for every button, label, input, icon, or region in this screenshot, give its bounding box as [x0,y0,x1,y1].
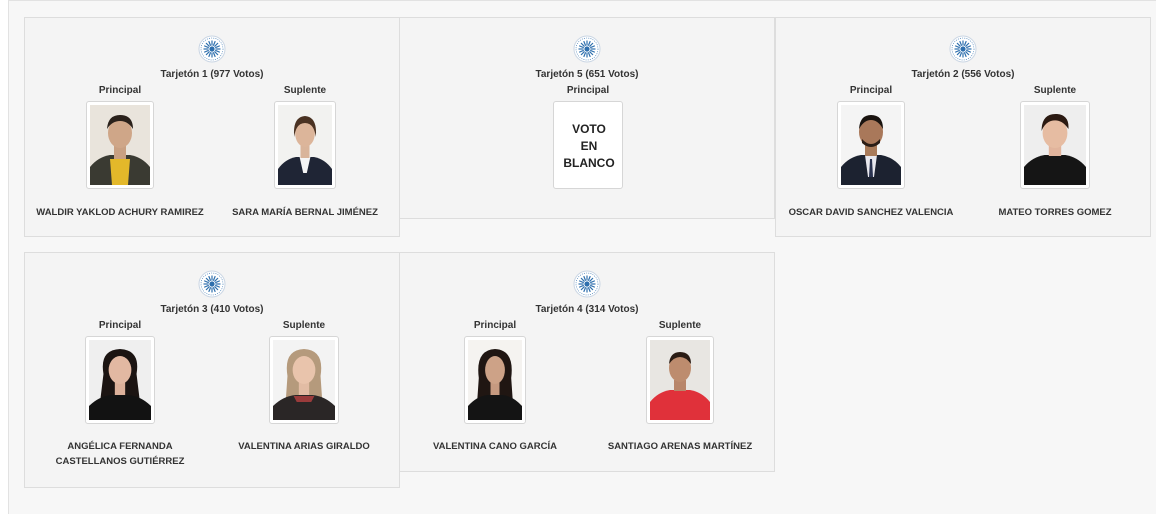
candidate-photo [646,336,714,424]
role-label: Suplente [1033,85,1077,96]
university-seal-icon [949,35,977,63]
ballot-card-4: Tarjetón 4 (314 Votos) Principal Suplent… [399,252,775,472]
university-seal-icon [198,270,226,298]
candidate-principal[interactable]: Principal [781,84,961,189]
university-seal-icon [198,35,226,63]
candidate-name: ANGÉLICA FERNANDA CASTELLANOS GUTIÉRREZ [55,441,185,467]
results-panel: Tarjetón 1 (977 Votos) Principal Suplent… [8,0,1156,514]
candidate-principal[interactable]: Principal [30,84,210,189]
ballot-title: Tarjetón 2 (556 Votos) [911,69,1015,80]
candidate-suplente[interactable]: Suplente [590,319,770,424]
candidate-name: VALENTINA CANO GARCÍA [432,441,558,452]
role-label: Suplente [283,85,327,96]
candidate-photo [1020,101,1090,189]
candidate-photo [86,101,154,189]
ballot-title: Tarjetón 5 (651 Votos) [535,69,639,80]
university-seal-icon [573,270,601,298]
candidate-name: MATEO TORRES GOMEZ [998,207,1112,218]
role-label: Principal [849,85,893,96]
candidate-name: SARA MARÍA BERNAL JIMÉNEZ [232,207,378,218]
candidate-principal[interactable]: Principal [30,319,210,424]
candidate-name: OSCAR DAVID SANCHEZ VALENCIA [788,207,954,218]
role-label: Suplente [282,320,326,331]
candidate-photo [464,336,526,424]
ballot-title: Tarjetón 4 (314 Votos) [535,304,639,315]
candidate-name: WALDIR YAKLOD ACHURY RAMIREZ [36,207,204,218]
ballot-card-3: Tarjetón 3 (410 Votos) Principal Suplent… [24,252,400,488]
ballot-card-1: Tarjetón 1 (977 Votos) Principal Suplent… [24,17,400,237]
candidate-photo [837,101,905,189]
ballot-card-2: Tarjetón 2 (556 Votos) Principal Suplent… [775,17,1151,237]
ballot-card-5: Tarjetón 5 (651 Votos) Principal VOTO EN… [399,17,775,219]
role-label: Principal [98,85,142,96]
role-label: Suplente [658,320,702,331]
candidate-photo [85,336,155,424]
role-label: Principal [98,320,142,331]
candidate-suplente[interactable]: Suplente [965,84,1145,189]
candidate-principal[interactable]: Principal [405,319,585,424]
role-label: Principal [566,85,610,96]
blank-vote-box: VOTO EN BLANCO [553,101,623,189]
role-label: Principal [473,320,517,331]
candidate-name: SANTIAGO ARENAS MARTÍNEZ [607,441,753,452]
candidate-photo [269,336,339,424]
candidate-suplente[interactable]: Suplente [215,84,395,189]
candidate-photo [274,101,336,189]
candidate-suplente[interactable]: Suplente [214,319,394,424]
ballot-title: Tarjetón 1 (977 Votos) [160,69,264,80]
blank-vote-label: VOTO EN BLANCO [563,121,615,170]
university-seal-icon [573,35,601,63]
candidate-principal[interactable]: Principal VOTO EN BLANCO [498,84,678,189]
ballot-title: Tarjetón 3 (410 Votos) [160,304,264,315]
candidate-name: VALENTINA ARIAS GIRALDO [238,441,370,452]
